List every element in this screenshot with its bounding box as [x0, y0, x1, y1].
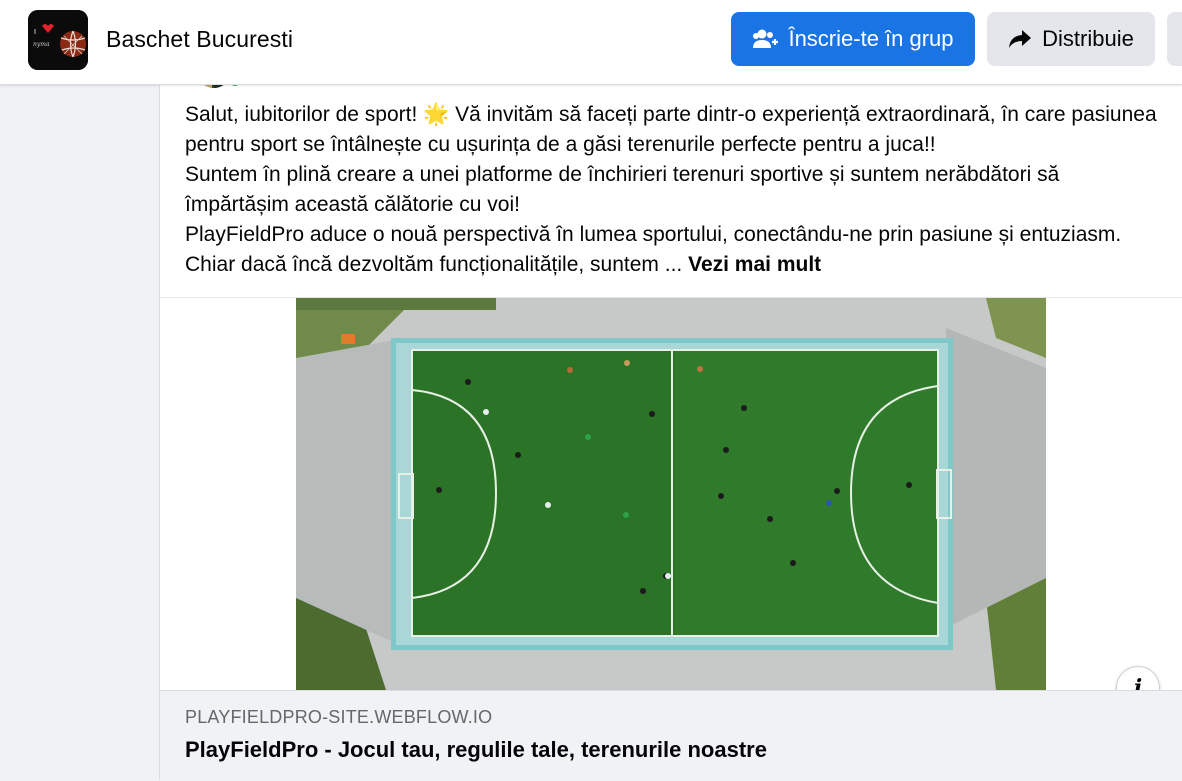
svg-text:nyma: nyma	[33, 41, 50, 48]
post-media	[160, 298, 1182, 690]
link-preview[interactable]: PLAYFIELDPRO-SITE.WEBFLOW.IO PlayFieldPr…	[160, 690, 1182, 781]
post-paragraph-text: Salut, iubitorilor de sport! 🌟 Vă invită…	[185, 103, 1157, 156]
post-text: Salut, iubitorilor de sport! 🌟 Vă invită…	[185, 100, 1165, 280]
post-paragraph: Suntem în plină creare a unei platforme …	[185, 160, 1165, 220]
join-group-button[interactable]: Înscrie-te în grup	[731, 12, 975, 66]
share-button[interactable]: Distribuie	[987, 12, 1155, 66]
post-paragraph: Salut, iubitorilor de sport! 🌟 Vă invită…	[185, 100, 1165, 160]
share-arrow-icon	[1009, 30, 1032, 48]
see-more-link[interactable]: Vezi mai mult	[688, 253, 821, 276]
link-title[interactable]: PlayFieldPro - Jocul tau, regulile tale,…	[185, 737, 767, 763]
group-header: I nyma Baschet Bucuresti Înscrie-te în g…	[0, 0, 1182, 85]
share-label: Distribuie	[1042, 26, 1134, 51]
join-group-label: Înscrie-te în grup	[788, 26, 954, 51]
link-domain: PLAYFIELDPRO-SITE.WEBFLOW.IO	[185, 707, 493, 727]
more-options-button[interactable]	[1167, 12, 1182, 66]
group-avatar[interactable]: I nyma	[28, 10, 88, 70]
svg-text:I: I	[34, 28, 36, 36]
people-plus-icon	[753, 29, 779, 48]
football-field-photo[interactable]	[296, 298, 1046, 690]
group-name[interactable]: Baschet Bucuresti	[106, 26, 293, 53]
post-paragraph-text: PlayFieldPro aduce o nouă perspectivă în…	[185, 223, 1122, 276]
post-paragraph-text: Suntem în plină creare a unei platforme …	[185, 163, 1060, 216]
basketball-logo-image: I nyma	[28, 10, 88, 70]
post-card: Salut, iubitorilor de sport! 🌟 Vă invită…	[159, 60, 1182, 781]
post-paragraph: PlayFieldPro aduce o nouă perspectivă în…	[185, 220, 1165, 280]
